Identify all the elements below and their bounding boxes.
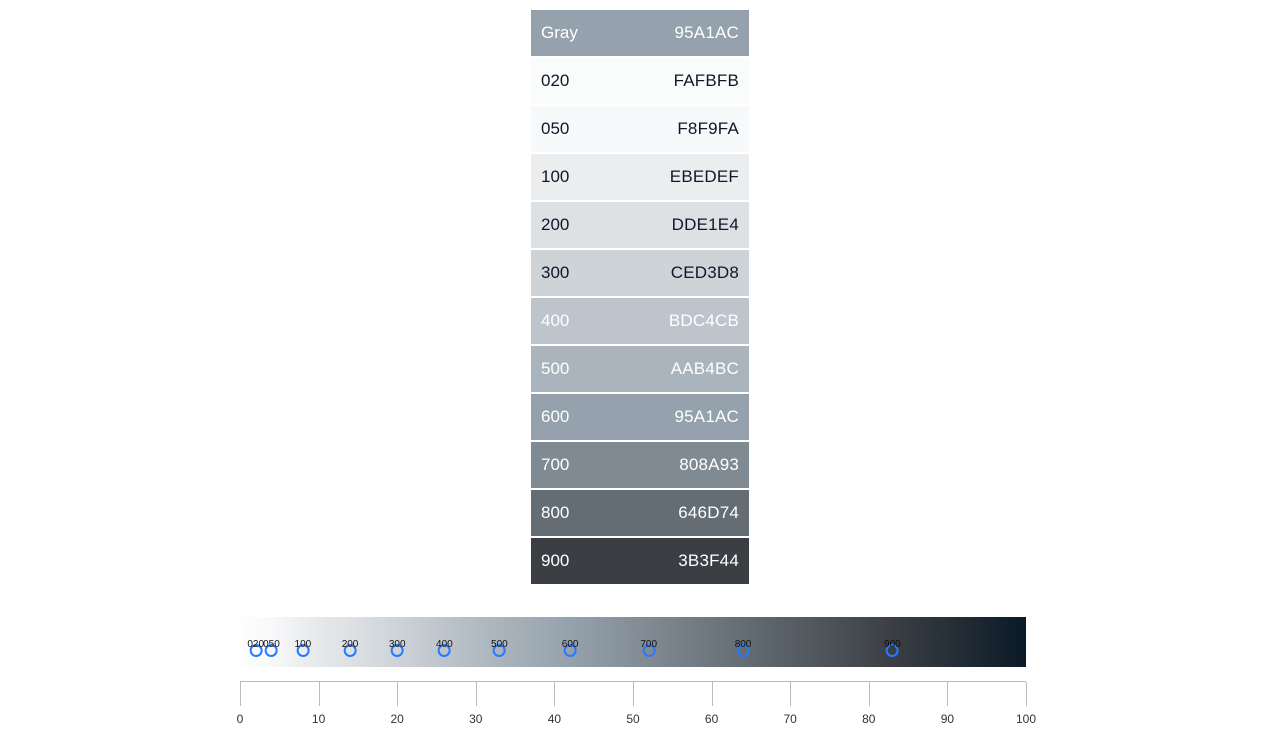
ruler-tick [554, 682, 555, 706]
ruler-tick [947, 682, 948, 706]
swatch-300[interactable]: 300 CED3D8 [531, 250, 749, 296]
ruler-tick [869, 682, 870, 706]
gradient-stop-020[interactable]: 020 [247, 625, 264, 657]
gradient-stop-label: 100 [295, 639, 312, 650]
swatch-hex: 646D74 [678, 503, 739, 523]
ruler-tick-label: 70 [784, 712, 797, 726]
gradient-stop-050[interactable]: 050 [263, 625, 280, 657]
ruler-tick-label: 10 [312, 712, 325, 726]
gradient-stop-label: 900 [884, 639, 901, 650]
swatch-label: 200 [541, 215, 569, 235]
ruler-tick-label: 80 [862, 712, 875, 726]
swatch-hex: 95A1AC [674, 23, 739, 43]
ruler-tick [319, 682, 320, 706]
swatch-hex: AAB4BC [671, 359, 739, 379]
swatch-label: 500 [541, 359, 569, 379]
swatch-500[interactable]: 500 AAB4BC [531, 346, 749, 392]
ruler-tick-label: 40 [548, 712, 561, 726]
gradient-stop-400[interactable]: 400 [436, 625, 453, 657]
gradient-stop-label: 020 [247, 639, 264, 650]
ruler-tick [476, 682, 477, 706]
ruler-tick-label: 100 [1016, 712, 1036, 726]
swatch-hex: BDC4CB [669, 311, 739, 331]
gradient-stop-900[interactable]: 900 [884, 625, 901, 657]
gradient-stop-700[interactable]: 700 [640, 625, 657, 657]
ruler-tick [790, 682, 791, 706]
gradient-stop-100[interactable]: 100 [295, 625, 312, 657]
gradient-stop-label: 300 [389, 639, 406, 650]
gradient-bar[interactable]: 020050 100 200 300 400 500 600 700 800 900 [240, 617, 1026, 667]
ruler-tick-label: 0 [237, 712, 244, 726]
gradient-stop-label: 200 [342, 639, 359, 650]
swatch-050[interactable]: 050 F8F9FA [531, 106, 749, 152]
gradient-stop-300[interactable]: 300 [389, 625, 406, 657]
gradient-stop-label: 600 [562, 639, 579, 650]
swatch-200[interactable]: 200 DDE1E4 [531, 202, 749, 248]
swatch-020[interactable]: 020 FAFBFB [531, 58, 749, 104]
ruler-tick-label: 20 [391, 712, 404, 726]
swatch-label: 100 [541, 167, 569, 187]
swatch-hex: 808A93 [679, 455, 739, 475]
swatch-900[interactable]: 900 3B3F44 [531, 538, 749, 584]
swatch-hex: 3B3F44 [678, 551, 739, 571]
gradient-stop-800[interactable]: 800 [735, 625, 752, 657]
swatch-label: 300 [541, 263, 569, 283]
ruler-tick-label: 90 [941, 712, 954, 726]
swatch-label: 600 [541, 407, 569, 427]
swatch-gray[interactable]: Gray 95A1AC [531, 10, 749, 56]
swatch-label: 020 [541, 71, 569, 91]
swatch-label: Gray [541, 23, 578, 43]
ruler-tick [240, 682, 241, 706]
swatch-800[interactable]: 800 646D74 [531, 490, 749, 536]
swatch-hex: 95A1AC [674, 407, 739, 427]
swatch-hex: EBEDEF [670, 167, 739, 187]
gradient-stop-label: 800 [735, 639, 752, 650]
swatch-700[interactable]: 700 808A93 [531, 442, 749, 488]
swatch-100[interactable]: 100 EBEDEF [531, 154, 749, 200]
ruler-tick-label: 30 [469, 712, 482, 726]
swatch-hex: FAFBFB [674, 71, 739, 91]
gradient-stop-500[interactable]: 500 [491, 625, 508, 657]
ruler-tick-label: 60 [705, 712, 718, 726]
swatch-label: 050 [541, 119, 569, 139]
swatch-600[interactable]: 600 95A1AC [531, 394, 749, 440]
swatch-400[interactable]: 400 BDC4CB [531, 298, 749, 344]
swatch-label: 400 [541, 311, 569, 331]
palette-swatch-list: Gray 95A1AC 020 FAFBFB 050 F8F9FA 100 EBEDEF 200… [531, 10, 749, 586]
swatch-label: 900 [541, 551, 569, 571]
ruler-tick-label: 50 [626, 712, 639, 726]
ruler-tick [633, 682, 634, 706]
gradient-stop-label: 700 [640, 639, 657, 650]
ruler-tick [1026, 682, 1027, 706]
ruler-tick [712, 682, 713, 706]
swatch-label: 700 [541, 455, 569, 475]
swatch-hex: DDE1E4 [672, 215, 739, 235]
gradient-stop-200[interactable]: 200 [342, 625, 359, 657]
swatch-label: 800 [541, 503, 569, 523]
gradient-stop-label: 050 [263, 639, 280, 650]
gradient-stop-600[interactable]: 600 [562, 625, 579, 657]
ruler: 0102030405060708090100 [240, 681, 1026, 726]
gradient-stop-label: 400 [436, 639, 453, 650]
gradient-stop-label: 500 [491, 639, 508, 650]
swatch-hex: F8F9FA [677, 119, 739, 139]
ruler-tick [397, 682, 398, 706]
gradient-editor: 020050 100 200 300 400 500 600 700 800 900 0 10 20 3… [240, 617, 1026, 726]
swatch-hex: CED3D8 [671, 263, 739, 283]
